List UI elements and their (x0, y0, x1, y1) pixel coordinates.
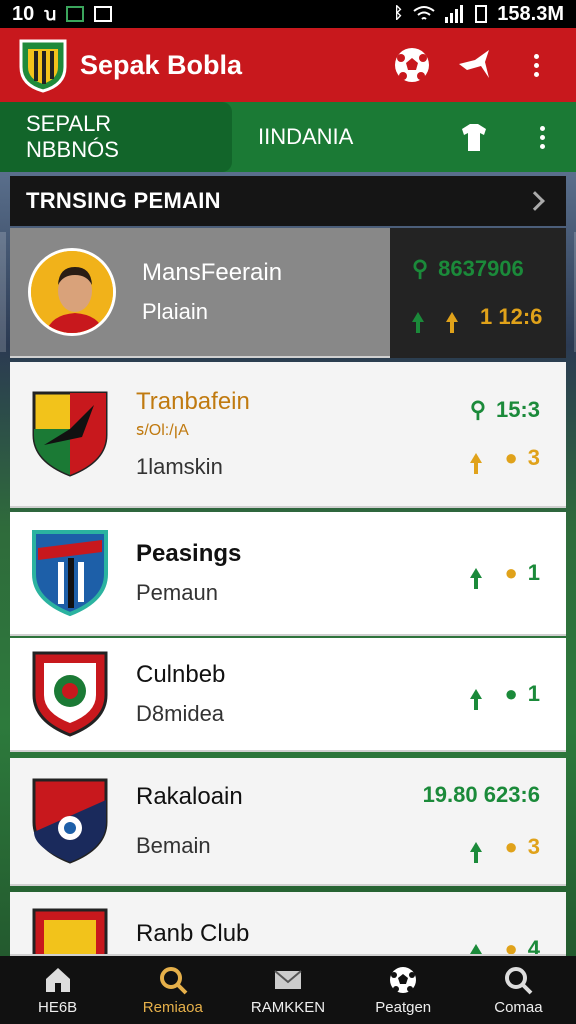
club-name: Peasings (136, 540, 242, 567)
club-crest-icon (32, 651, 108, 737)
club-crest-icon (32, 908, 108, 954)
arrow-up-icon (470, 944, 483, 954)
mail-icon (274, 969, 302, 989)
chevron-right-icon (525, 191, 545, 211)
nav-search-2[interactable]: Comaa (461, 956, 576, 1024)
stat-value: 1 (527, 681, 540, 706)
nav-label: Remiaoa (142, 998, 203, 1016)
battery-icon (475, 5, 488, 23)
soccer-ball-button[interactable] (390, 43, 434, 87)
app-notification-icon (66, 6, 85, 22)
menu-dot (533, 53, 539, 59)
club-crest-icon (32, 778, 108, 864)
player-portrait-icon (31, 251, 113, 333)
pin-icon: ⚲ (412, 256, 429, 281)
share-button[interactable] (452, 43, 496, 87)
overflow-menu-button[interactable] (514, 43, 558, 87)
app-title: Sepak Bobla (80, 49, 243, 80)
nav-messages[interactable]: RAMKKEN (230, 956, 345, 1024)
club-logo (19, 39, 67, 93)
list-item[interactable]: Culnbeb D8midea ● 1 (10, 638, 566, 752)
tab-label: IINDANIA (258, 124, 354, 149)
club-subtitle: Bemain (136, 833, 211, 858)
medal-icon: ● (504, 560, 518, 585)
status-time: 10 (12, 2, 35, 25)
nav-home[interactable]: HE6B (0, 956, 115, 1024)
club-name: Rakaloain (136, 783, 243, 810)
stat-value: 8637906 (438, 256, 524, 281)
stat-value: 3 (527, 445, 540, 470)
arrow-up-icon (470, 689, 483, 710)
medal-icon: ● (504, 834, 518, 859)
bottom-navigation: HE6B Remiaoa RAMKKEN Peatgen Comaa (0, 956, 576, 1024)
stat-value: 3 (527, 834, 540, 859)
list-item[interactable]: Tranbafein ꜱ/Ol:/ꞁA 1lamskin ⚲ 15:3 ● 3 (10, 362, 566, 508)
signal-icon (445, 5, 464, 23)
status-bar: 10 ꭒ ᛒ 158.3M (0, 0, 576, 28)
app-bar: Sepak Bobla (0, 28, 576, 102)
nav-label: Comaa (494, 998, 543, 1016)
message-notification-icon (94, 6, 113, 22)
nav-players[interactable]: Peatgen (346, 956, 461, 1024)
medal-icon: ● (504, 681, 518, 706)
club-subtitle: 1lamskin (136, 454, 223, 479)
arrow-up-icon (446, 312, 458, 333)
stat-value: 4 (527, 936, 540, 956)
nav-label: HE6B (38, 998, 78, 1016)
section-title: TRNSING PEMAIN (26, 188, 221, 213)
stat-value: 19.80 623:6 (422, 782, 540, 807)
stat-value: 1 12:6 (480, 304, 543, 329)
list-item[interactable]: Ranb Club ● 4 (10, 892, 566, 956)
tab-bar: SEPALR NBBNÓS IINDANIA (0, 102, 576, 172)
wifi-icon (413, 6, 435, 20)
menu-dot (533, 62, 539, 68)
search-icon (159, 966, 188, 994)
club-crest-icon (32, 391, 108, 477)
player-avatar (28, 248, 116, 336)
pin-icon: ⚲ (469, 397, 486, 422)
notification-icon: ꭒ (44, 4, 57, 24)
home-icon (45, 967, 70, 992)
menu-dot (539, 143, 545, 149)
nav-label: Peatgen (375, 998, 432, 1016)
nav-search[interactable]: Remiaoa (115, 956, 230, 1024)
tab-label: SEPALR NBBNÓS (26, 111, 119, 162)
status-data-counter: 158.3M (497, 2, 564, 25)
arrow-up-icon (470, 568, 483, 589)
search-icon (505, 966, 533, 994)
club-tag: ꜱ/Ol:/ꞁA (136, 422, 189, 439)
shirt-button[interactable] (452, 115, 496, 159)
menu-dot (533, 71, 539, 77)
tab-indania[interactable]: IINDANIA (232, 102, 379, 172)
tab-sepalr[interactable]: SEPALR NBBNÓS (0, 102, 232, 172)
player-kick-icon (459, 50, 489, 78)
club-name: Tranbafein (136, 388, 250, 415)
bluetooth-icon: ᛒ (393, 5, 404, 22)
menu-dot (539, 125, 545, 131)
list-item[interactable]: Rakaloain Bemain 19.80 623:6 ● 3 (10, 758, 566, 886)
featured-player-card[interactable]: MansFeerain Plaiain ⚲ 8637906 1 12:6 (10, 228, 566, 358)
stat-value: 15:3 (495, 397, 540, 422)
stat-value: 1 (527, 560, 540, 585)
tab-overflow-button[interactable] (520, 115, 564, 159)
section-header[interactable]: TRNSING PEMAIN (10, 176, 566, 226)
club-name: Culnbeb (136, 661, 226, 688)
menu-dot (539, 134, 545, 140)
club-name: Ranb Club (136, 920, 250, 947)
featured-stats-panel: ⚲ 8637906 1 12:6 (390, 228, 566, 358)
soccer-ball-icon (390, 966, 417, 993)
club-crest-icon (32, 530, 108, 617)
arrow-up-icon (470, 453, 483, 474)
medal-icon: ● (504, 445, 518, 470)
list-item[interactable]: Peasings Pemaun ● 1 (10, 512, 566, 636)
arrow-up-icon (412, 312, 424, 333)
medal-icon: ● (504, 936, 518, 956)
nav-label: RAMKKEN (250, 998, 326, 1016)
soccer-ball-icon (395, 48, 429, 82)
club-subtitle: D8midea (136, 701, 225, 726)
club-subtitle: Pemaun (136, 580, 218, 605)
shirt-icon (462, 124, 486, 151)
arrow-up-icon (470, 842, 483, 863)
